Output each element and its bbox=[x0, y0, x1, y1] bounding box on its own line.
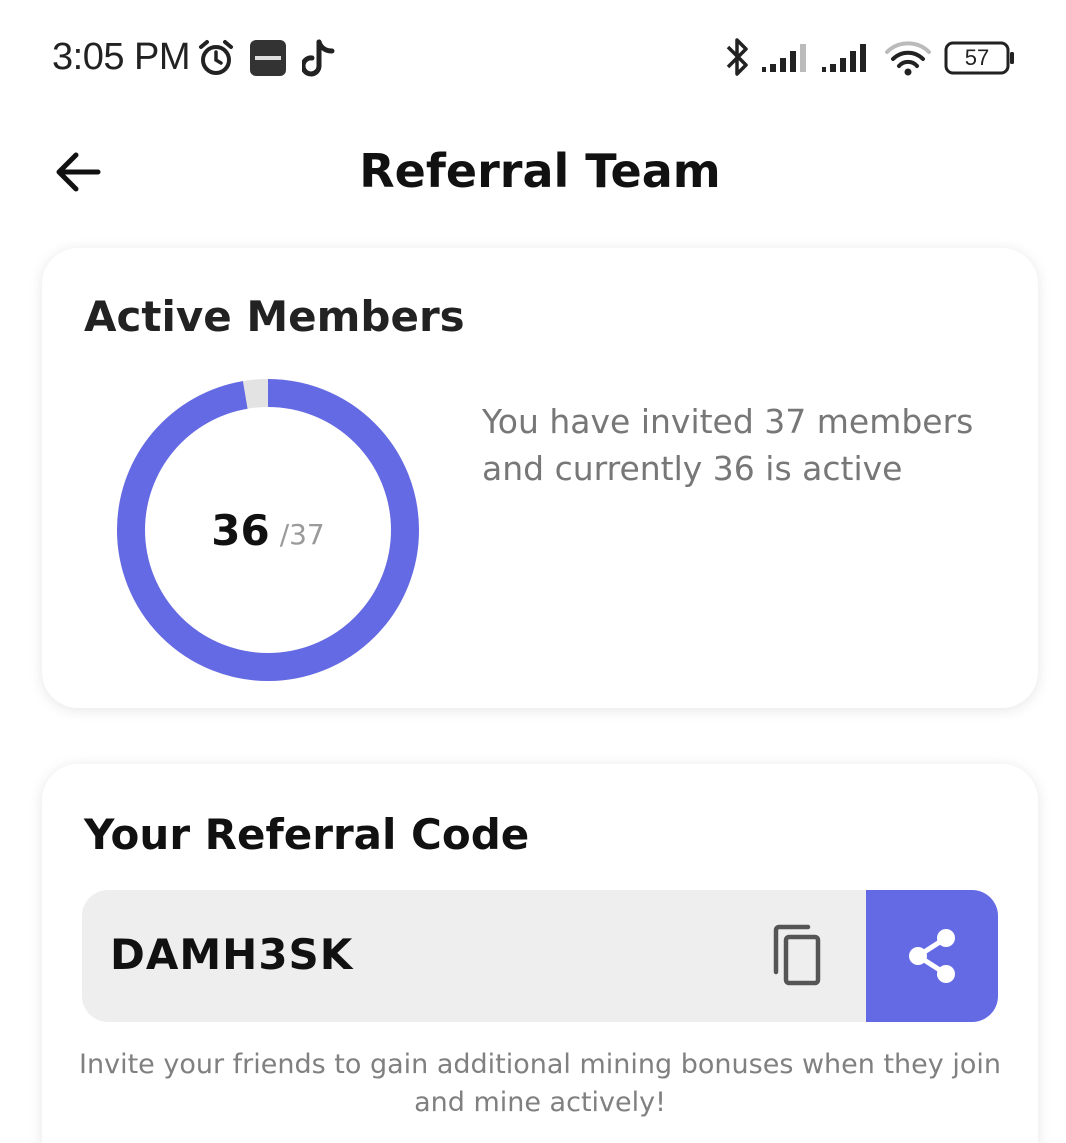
status-bar: 3:05 PM 57 bbox=[0, 0, 1066, 110]
referral-code-card: Your Referral Code DAMH3SK Invite your f… bbox=[42, 764, 1038, 1143]
share-icon bbox=[909, 929, 955, 983]
bluetooth-icon bbox=[724, 36, 752, 82]
share-button[interactable] bbox=[866, 890, 998, 1022]
copy-icon bbox=[773, 924, 821, 986]
referral-team-screen: 3:05 PM 57 Referral Team Active Members … bbox=[0, 0, 1066, 1143]
tiktok-icon bbox=[300, 38, 336, 82]
page-title: Referral Team bbox=[359, 144, 721, 198]
app-header: Referral Team bbox=[0, 120, 1066, 230]
referral-code-box: DAMH3SK bbox=[82, 890, 998, 1022]
paytm-icon bbox=[250, 40, 286, 80]
copy-button[interactable] bbox=[764, 922, 830, 990]
invite-description: Invite your friends to gain additional m… bbox=[79, 1049, 1001, 1118]
alarm-icon bbox=[196, 38, 236, 82]
referral-code-value[interactable]: DAMH3SK bbox=[110, 930, 353, 979]
status-time: 3:05 PM bbox=[52, 36, 191, 78]
total-count: /37 bbox=[279, 517, 325, 551]
donut-label: 36 /37 bbox=[116, 378, 420, 682]
battery-level: 57 bbox=[964, 45, 990, 70]
active-members-card: Active Members 36 /37 You have invited 3… bbox=[42, 248, 1038, 708]
active-members-title: Active Members bbox=[84, 292, 465, 341]
signal-icon bbox=[762, 42, 812, 78]
active-count: 36 bbox=[211, 505, 270, 555]
active-members-description: You have invited 37 members and currentl… bbox=[482, 402, 974, 488]
referral-code-title: Your Referral Code bbox=[84, 810, 530, 859]
wifi-icon bbox=[884, 40, 932, 80]
battery-icon: 57 bbox=[944, 40, 1016, 76]
signal-icon bbox=[822, 42, 872, 78]
